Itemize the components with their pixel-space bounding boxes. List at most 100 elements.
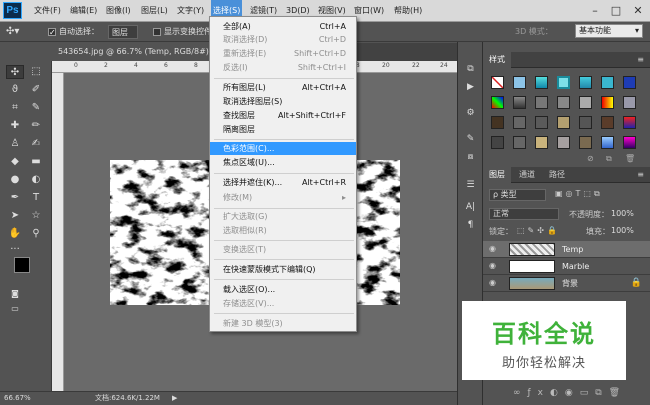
brush-panel-icon[interactable]: ✎ [463,132,478,146]
style-swatch[interactable] [623,76,636,89]
tab-styles[interactable]: 样式 [483,52,511,68]
workspace-dropdown[interactable]: 基本功能 ▾ [575,24,643,38]
style-swatch[interactable] [601,136,614,149]
trash-icon[interactable]: 🗑 [625,154,635,163]
menu-item-new-3d-model[interactable]: 新建 3D 模型(3) [210,317,356,330]
panel-menu-icon[interactable]: ≡ [637,167,644,183]
style-swatch[interactable] [623,116,636,129]
style-swatch[interactable] [535,116,548,129]
menu-item-all-layers[interactable]: 所有图层(L) Alt+Ctrl+A [210,81,356,94]
quick-mask-icon[interactable]: ◙ [6,287,24,301]
foreground-color-swatch[interactable] [14,257,30,273]
eye-icon[interactable]: ◉ [489,261,496,270]
layer-row-background[interactable]: ◉ 背景 🔒 [483,275,650,292]
opacity-input[interactable]: 100% [611,209,634,218]
menu-item-load-selection[interactable]: 载入选区(O)... [210,283,356,296]
style-swatch[interactable] [579,116,592,129]
menu-image[interactable]: 图像(I) [106,0,131,22]
style-swatch[interactable] [513,96,526,109]
style-swatch[interactable] [601,116,614,129]
style-swatch[interactable] [601,96,614,109]
show-transform-checkbox[interactable]: 显示变换控件 [153,25,212,39]
close-window-icon[interactable]: ✕ [628,0,648,22]
style-swatch[interactable] [579,76,592,89]
tab-channels[interactable]: 通道 [513,167,541,183]
style-swatch[interactable] [491,96,504,109]
gradient-tool-icon[interactable]: ▬ [27,155,45,169]
minimize-icon[interactable]: – [585,0,605,22]
style-swatch[interactable] [623,96,636,109]
move-tool-icon[interactable]: ✣▾ [6,25,19,39]
move-tool-icon[interactable]: ✣ [6,65,24,79]
style-swatch[interactable] [513,76,526,89]
tab-layers[interactable]: 图层 [483,167,511,183]
layer-row-marble[interactable]: ◉ Marble [483,258,650,275]
adjustments-panel-icon[interactable]: ⚙ [463,106,478,120]
menu-item-deselect[interactable]: 取消选择(D) Ctrl+D [210,33,356,46]
lock-icons[interactable]: ⬚✎✣🔒 [517,226,560,235]
crop-tool-icon[interactable]: ⌗ [6,101,24,115]
style-swatch[interactable] [535,96,548,109]
auto-select-checkbox[interactable]: 自动选择： [48,25,99,40]
path-select-icon[interactable]: ➤ [6,209,24,223]
menu-item-save-selection[interactable]: 存储选区(V)... [210,297,356,310]
style-swatch[interactable] [535,136,548,149]
style-swatch[interactable] [579,136,592,149]
style-swatch[interactable] [491,76,504,89]
menu-item-all[interactable]: 全部(A) Ctrl+A [210,20,356,33]
style-swatch[interactable] [557,76,570,89]
menu-item-modify[interactable]: 修改(M) ▸ [210,191,356,204]
history-panel-icon[interactable]: ⧉ [463,62,478,76]
zoom-level[interactable]: 66.67% [4,392,31,405]
layer-row-temp[interactable]: ◉ Temp [483,241,650,258]
clone-stamp-icon[interactable]: ♙ [6,137,24,151]
screen-mode-icon[interactable]: ▭ [6,302,24,316]
eyedropper-tool-icon[interactable]: ✎ [27,101,45,115]
menu-item-inverse[interactable]: 反选(I) Shift+Ctrl+I [210,61,356,74]
document-tab[interactable]: 543654.jpg @ 66.7% (Temp, RGB/8#) *× [52,43,222,61]
menu-layer[interactable]: 图层(L) [141,0,168,22]
status-arrow-icon[interactable]: ▶ [172,392,177,405]
maximize-icon[interactable]: □ [606,0,626,22]
menu-item-reselect[interactable]: 重新选择(E) Shift+Ctrl+D [210,47,356,60]
style-swatch[interactable] [557,136,570,149]
menu-item-color-range[interactable]: 色彩范围(C)... [210,142,356,155]
lasso-tool-icon[interactable]: ϑ [6,83,24,97]
pen-tool-icon[interactable]: ✒ [6,191,24,205]
menu-item-focus-area[interactable]: 焦点区域(U)... [210,156,356,169]
layer-actions-bar[interactable]: ∞ƒx◐◉▭⧉🗑 [513,388,627,398]
zoom-tool-icon[interactable]: ⚲ [27,227,45,241]
layer-filter-icons[interactable]: ▣◎T⬚⧉ [555,189,603,199]
character-panel-icon[interactable]: A| [463,200,478,214]
menu-help[interactable]: 帮助(H) [394,0,422,22]
more-tools-icon[interactable]: ··· [6,243,24,257]
history-brush-icon[interactable]: ✍ [27,137,45,151]
healing-brush-icon[interactable]: ✚ [6,119,24,133]
eye-icon[interactable]: ◉ [489,278,496,287]
eraser-tool-icon[interactable]: ◆ [6,155,24,169]
brush-tool-icon[interactable]: ✏ [27,119,45,133]
menu-item-deselect-layers[interactable]: 取消选择图层(S) [210,95,356,108]
style-swatch[interactable] [513,116,526,129]
style-swatch[interactable] [491,136,504,149]
style-swatch[interactable] [557,116,570,129]
new-style-icon[interactable]: ⧉ [606,154,612,164]
clone-source-icon[interactable]: ⧇ [463,150,478,164]
quick-select-tool-icon[interactable]: ✐ [27,83,45,97]
style-swatch[interactable] [623,136,636,149]
fill-input[interactable]: 100% [611,226,634,235]
menu-item-select-and-mask[interactable]: 选择并遮住(K)... Alt+Ctrl+R [210,176,356,189]
actions-play-icon[interactable]: ▶ [463,80,478,94]
menu-edit[interactable]: 编辑(E) [70,0,97,22]
auto-select-dropdown[interactable]: 图层 [108,25,138,39]
marquee-tool-icon[interactable]: ⬚ [27,65,45,79]
paragraph-panel-icon[interactable]: ¶ [463,218,478,232]
menu-item-isolate-layers[interactable]: 隔离图层 [210,123,356,136]
tab-paths[interactable]: 路径 [543,167,571,183]
style-swatch[interactable] [601,76,614,89]
panel-menu-icon[interactable]: ≡ [637,52,644,68]
delete-style-icon[interactable]: ⊘ [587,154,594,163]
blend-mode-dropdown[interactable]: 正常 [489,208,559,220]
style-swatch[interactable] [535,76,548,89]
style-swatch[interactable] [579,96,592,109]
